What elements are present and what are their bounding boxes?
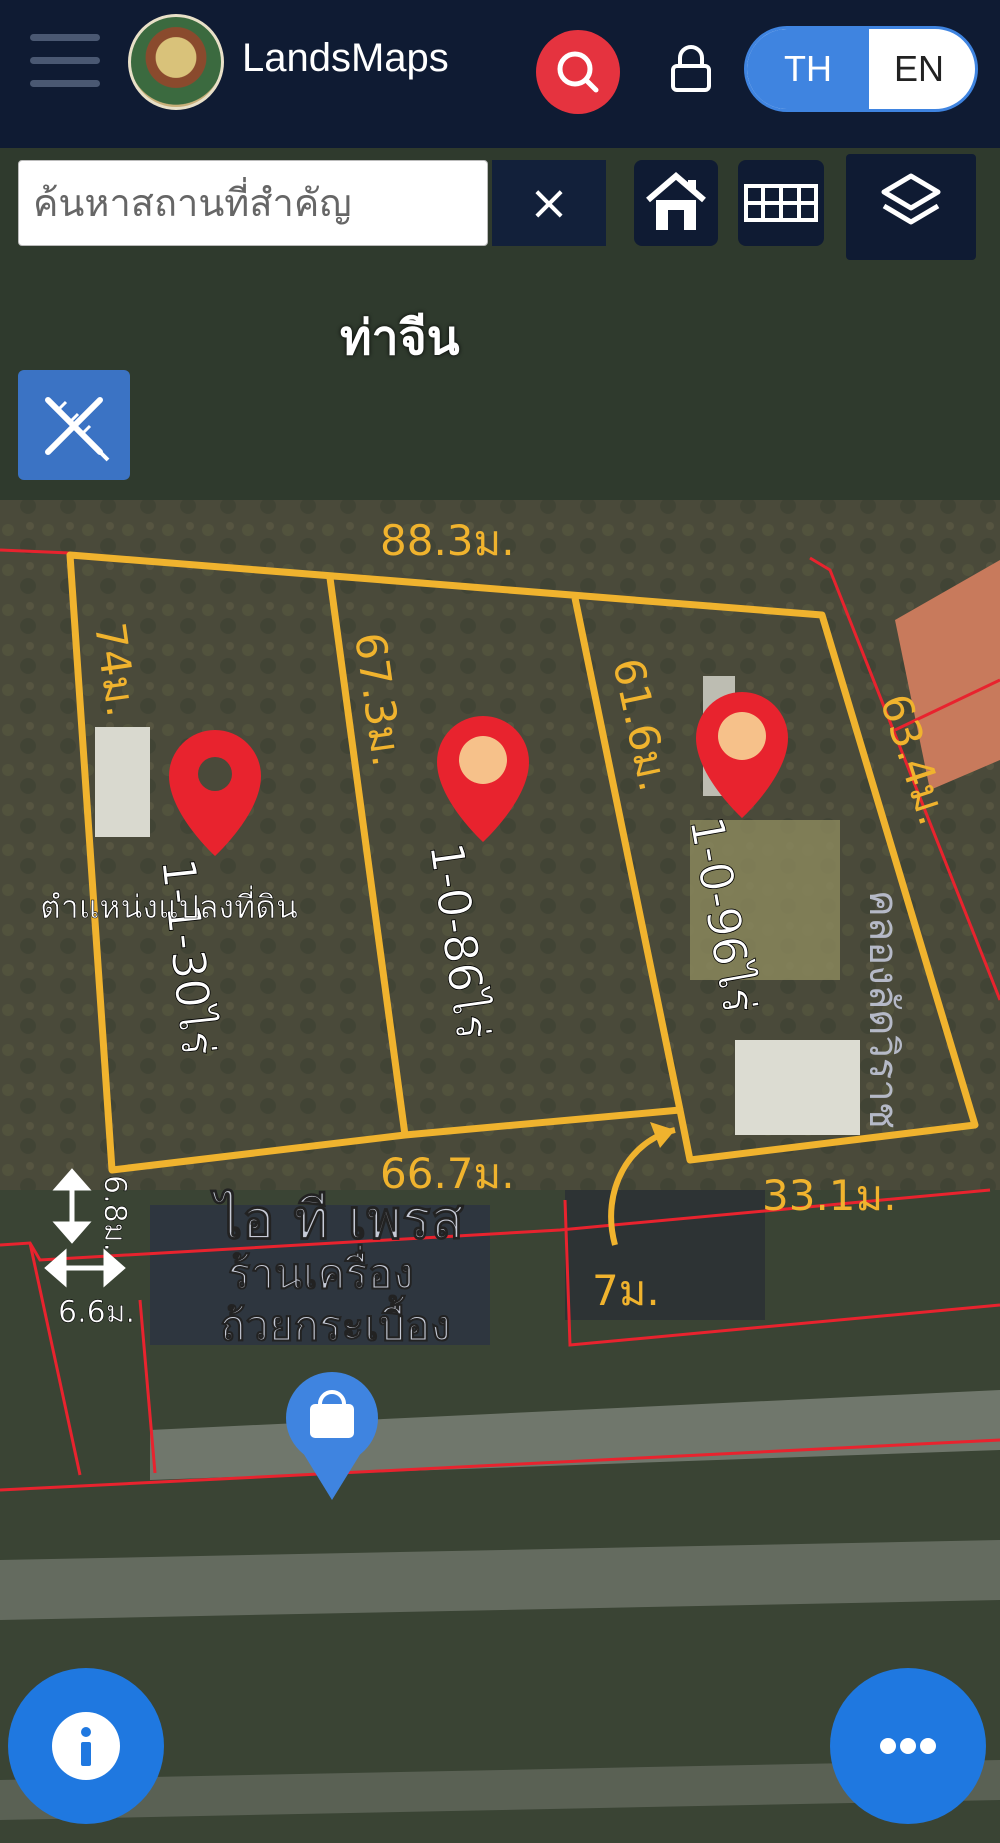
dim-access: 7ม. xyxy=(592,1266,660,1315)
lang-th-option[interactable]: TH xyxy=(747,29,869,109)
info-icon xyxy=(52,1712,120,1780)
layers-button[interactable] xyxy=(846,154,976,260)
more-options-button[interactable] xyxy=(830,1668,986,1824)
measure-tool-button[interactable] xyxy=(18,370,130,480)
place-name-label: ท่าจีน xyxy=(340,310,460,366)
dim-top: 88.3ม. xyxy=(380,516,515,565)
search-button[interactable] xyxy=(536,30,620,114)
lang-en-option[interactable]: EN xyxy=(863,29,975,109)
ruler-pencil-icon xyxy=(45,397,110,462)
home-icon xyxy=(646,172,706,230)
canal-label: คลองลัดวิราช xyxy=(860,890,906,1129)
lock-icon[interactable] xyxy=(668,44,714,94)
map-canvas[interactable]: 88.3ม. 74ม. 67.3ม. 61.6ม. 63.4ม. 66.7ม. … xyxy=(0,148,1000,1843)
search-input[interactable] xyxy=(18,160,488,246)
shop-label-line3: ถ้วยกระเบื้อง xyxy=(220,1294,451,1350)
info-button[interactable] xyxy=(8,1668,164,1824)
layers-icon xyxy=(881,173,941,225)
app-logo xyxy=(128,14,224,110)
close-icon: × xyxy=(528,175,570,231)
clear-search-button[interactable]: × xyxy=(492,160,606,246)
grid-button[interactable] xyxy=(738,160,824,246)
app-title: LandsMaps xyxy=(242,36,449,80)
home-button[interactable] xyxy=(634,160,718,246)
dim-bottom-right: 33.1ม. xyxy=(762,1171,897,1220)
more-icon xyxy=(880,1738,936,1754)
dim-small-a: 6.8ม. xyxy=(97,1175,132,1252)
grid-icon xyxy=(744,184,818,222)
dim-small-b: 6.6ม. xyxy=(58,1295,135,1330)
search-icon xyxy=(557,51,599,93)
menu-icon[interactable] xyxy=(30,34,100,90)
shop-label-line2: ร้านเครื่อง xyxy=(228,1244,414,1298)
parcel-position-label: ตำแหน่งแปลงที่ดิน xyxy=(40,885,298,926)
language-toggle[interactable]: TH EN xyxy=(744,26,978,112)
shop-label-name: ไอ ที เพรส xyxy=(210,1188,464,1251)
building xyxy=(735,1040,860,1135)
building xyxy=(95,727,150,837)
